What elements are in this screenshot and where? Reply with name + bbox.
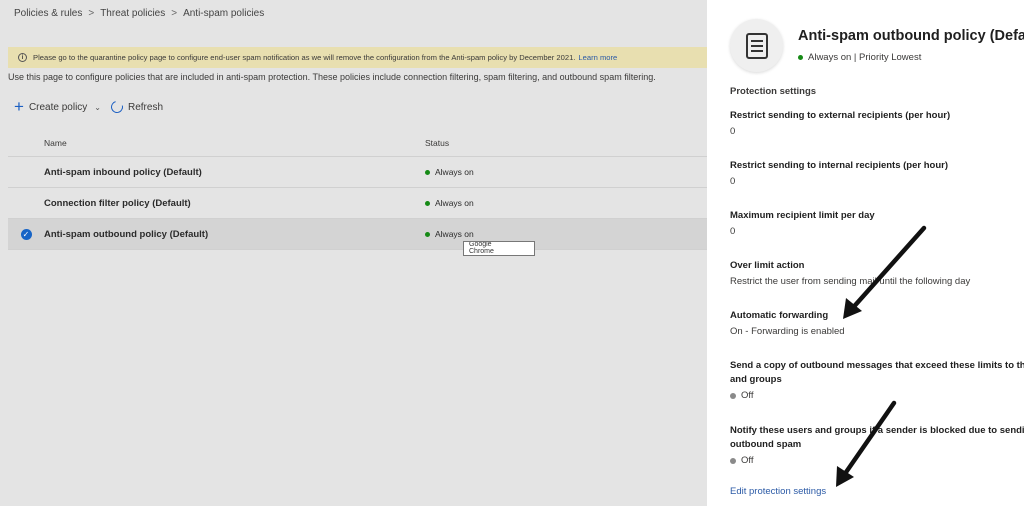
table-row[interactable]: Connection filter policy (Default) Alway…	[8, 188, 708, 219]
banner-text: Please go to the quarantine policy page …	[33, 53, 576, 62]
page-description: Use this page to configure policies that…	[8, 72, 656, 82]
field-label: Over limit action	[730, 260, 805, 271]
policy-name: Anti-spam inbound policy (Default)	[44, 166, 202, 178]
refresh-button[interactable]: Refresh	[108, 98, 164, 116]
field-value: Restrict the user from sending mail unti…	[730, 276, 971, 287]
breadcrumb: Policies & rules > Threat policies > Ant…	[14, 8, 264, 19]
field-value: 0	[730, 176, 736, 187]
table-row[interactable]: Anti-spam inbound policy (Default) Alway…	[8, 157, 708, 188]
panel-subtitle-text: Always on | Priority Lowest	[808, 52, 922, 63]
field-over-limit-action: Over limit action Restrict the user from…	[730, 259, 1024, 288]
status-text: Always on	[435, 229, 474, 239]
field-external-limit: Restrict sending to external recipients …	[730, 109, 1024, 138]
field-value-text: Off	[741, 455, 754, 466]
policy-details-panel: Anti-spam outbound policy (Default) Alwa…	[707, 0, 1024, 506]
toolbar: + Create policy ⌄ Refresh	[14, 97, 164, 116]
field-automatic-forwarding: Automatic forwarding On - Forwarding is …	[730, 309, 1024, 338]
checkmark-icon[interactable]: ✓	[20, 228, 32, 240]
status-dot-icon	[730, 393, 736, 399]
field-copy-recipients: Send a copy of outbound messages that ex…	[730, 359, 1024, 402]
field-label: Automatic forwarding	[730, 310, 829, 321]
column-header-name[interactable]: Name	[44, 138, 425, 148]
status-dot-icon	[425, 169, 430, 175]
policies-table: Name Status Anti-spam inbound policy (De…	[8, 130, 708, 250]
edit-protection-settings-link[interactable]: Edit protection settings	[730, 486, 826, 497]
breadcrumb-policies-rules[interactable]: Policies & rules	[14, 8, 82, 19]
create-policy-label: Create policy	[28, 101, 88, 113]
field-label-continued: and groups	[730, 374, 782, 385]
field-value: 0	[730, 126, 736, 137]
info-icon: i	[18, 53, 27, 62]
create-policy-button[interactable]: + Create policy ⌄	[14, 97, 101, 116]
chevron-right-icon: >	[88, 8, 95, 19]
panel-subtitle: Always on | Priority Lowest	[798, 52, 921, 63]
chevron-down-icon: ⌄	[94, 102, 101, 112]
field-label: Restrict sending to external recipients …	[730, 110, 951, 121]
status-text: Always on	[435, 167, 474, 177]
field-value: 0	[730, 226, 736, 237]
plus-icon: +	[14, 97, 24, 116]
tooltip-line: Chrome	[469, 248, 494, 255]
policy-status: Always on	[425, 198, 474, 208]
chevron-right-icon: >	[171, 8, 178, 19]
field-internal-limit: Restrict sending to internal recipients …	[730, 159, 1024, 188]
status-dot-icon	[425, 231, 430, 237]
field-value: Off	[730, 390, 1024, 402]
field-label: Maximum recipient limit per day	[730, 210, 875, 221]
info-banner: i Please go to the quarantine policy pag…	[8, 47, 708, 68]
status-dot-icon	[798, 55, 803, 60]
table-row-selected[interactable]: ✓ Anti-spam outbound policy (Default) Al…	[8, 219, 708, 250]
panel-title: Anti-spam outbound policy (Default)	[798, 28, 1024, 44]
field-daily-limit: Maximum recipient limit per day 0	[730, 209, 1024, 238]
tooltip-line: Google	[469, 241, 492, 248]
scroll-icon	[745, 32, 768, 59]
refresh-icon	[108, 98, 126, 116]
field-value: Off	[730, 455, 1024, 467]
policy-status: Always on	[425, 229, 474, 239]
field-label: Send a copy of outbound messages that ex…	[730, 360, 1024, 371]
field-label: Notify these users and groups if a sende…	[730, 425, 1024, 436]
breadcrumb-threat-policies[interactable]: Threat policies	[100, 8, 165, 19]
refresh-label: Refresh	[128, 101, 164, 113]
breadcrumb-anti-spam-policies: Anti-spam policies	[183, 8, 265, 19]
section-title: Protection settings	[730, 86, 817, 97]
policy-icon-circle	[730, 19, 783, 72]
field-label-continued: outbound spam	[730, 439, 802, 450]
status-text: Always on	[435, 198, 474, 208]
policy-status: Always on	[425, 167, 474, 177]
field-notify-blocked: Notify these users and groups if a sende…	[730, 424, 1024, 467]
column-header-status[interactable]: Status	[425, 138, 449, 148]
policy-name: Anti-spam outbound policy (Default)	[44, 228, 209, 240]
status-dot-icon	[425, 200, 430, 206]
field-value-text: Off	[741, 390, 754, 401]
policy-name: Connection filter policy (Default)	[44, 197, 191, 209]
status-dot-icon	[730, 458, 736, 464]
field-label: Restrict sending to internal recipients …	[730, 160, 949, 171]
learn-more-link[interactable]: Learn more	[578, 53, 617, 62]
table-header: Name Status	[8, 130, 708, 157]
field-value: On - Forwarding is enabled	[730, 326, 845, 337]
taskbar-tooltip: Google Chrome	[463, 241, 535, 256]
